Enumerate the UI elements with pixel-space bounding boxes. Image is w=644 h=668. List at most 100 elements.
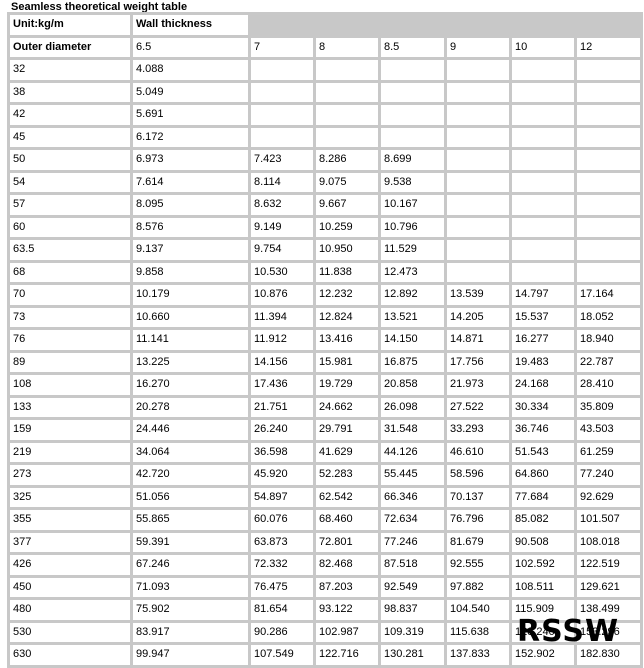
- weight-cell: [512, 195, 574, 215]
- weight-cell: 33.293: [447, 420, 509, 440]
- weight-table: Unit:kg/m Wall thickness Outer diameter …: [7, 12, 643, 668]
- weight-cell: [512, 150, 574, 170]
- weight-cell: [447, 240, 509, 260]
- weight-cell: [381, 60, 444, 80]
- weight-cell: 8.632: [251, 195, 313, 215]
- table-row: 377 59.391 63.873 72.801 77.246 81.679 90.508 1…: [10, 532, 640, 552]
- weight-cell: [381, 127, 444, 147]
- outer-diameter-cell: 219: [10, 442, 130, 462]
- weight-cell: [577, 240, 640, 260]
- header-row-unit: Unit:kg/m Wall thickness: [10, 15, 640, 35]
- table-row: 133 20.278 21.751 24.662 26.098 27.522 30.334 3…: [10, 397, 640, 417]
- weight-cell: 21.973: [447, 375, 509, 395]
- weight-cell: 24.446: [133, 420, 248, 440]
- outer-diameter-cell: 450: [10, 577, 130, 597]
- outer-diameter-cell: 133: [10, 397, 130, 417]
- weight-cell: [512, 217, 574, 237]
- weight-cell: 17.756: [447, 352, 509, 372]
- weight-cell: 85.082: [512, 510, 574, 530]
- weight-cell: 12.232: [316, 285, 378, 305]
- weight-cell: 92.629: [577, 487, 640, 507]
- weight-cell: [381, 82, 444, 102]
- weight-cell: 62.542: [316, 487, 378, 507]
- weight-cell: [251, 127, 313, 147]
- weight-cell: 71.093: [133, 577, 248, 597]
- table-row: 68 9.858 10.530 11.838 12.473: [10, 262, 640, 282]
- weight-cell: 4.088: [133, 60, 248, 80]
- table-row: 273 42.720 45.920 52.283 55.445 58.596 64.860 7…: [10, 465, 640, 485]
- weight-cell: 8.699: [381, 150, 444, 170]
- outer-diameter-cell: 57: [10, 195, 130, 215]
- weight-cell: 10.530: [251, 262, 313, 282]
- outer-diameter-cell: 355: [10, 510, 130, 530]
- weight-cell: 8.286: [316, 150, 378, 170]
- wall-value: 8.5: [381, 37, 444, 57]
- weight-cell: 10.796: [381, 217, 444, 237]
- outer-diameter-cell: 73: [10, 307, 130, 327]
- outer-diameter-cell: 42: [10, 105, 130, 125]
- outer-diameter-cell: 480: [10, 600, 130, 620]
- table-row: 89 13.225 14.156 15.981 16.875 17.756 19.483 22…: [10, 352, 640, 372]
- weight-cell: 20.278: [133, 397, 248, 417]
- weight-cell: 11.141: [133, 330, 248, 350]
- outer-diameter-cell: 70: [10, 285, 130, 305]
- weight-cell: [447, 105, 509, 125]
- weight-cell: 11.529: [381, 240, 444, 260]
- weight-cell: 60.076: [251, 510, 313, 530]
- weight-cell: 17.164: [577, 285, 640, 305]
- weight-cell: 13.521: [381, 307, 444, 327]
- table-row: 50 6.973 7.423 8.286 8.699: [10, 150, 640, 170]
- weight-cell: 9.538: [381, 172, 444, 192]
- weight-cell: 55.865: [133, 510, 248, 530]
- weight-cell: 9.149: [251, 217, 313, 237]
- weight-cell: 10.167: [381, 195, 444, 215]
- weight-cell: [447, 60, 509, 80]
- weight-cell: [447, 172, 509, 192]
- wall-value: 7: [251, 37, 313, 57]
- table-row: 63.5 9.137 9.754 10.950 11.529: [10, 240, 640, 260]
- table-row: 450 71.093 76.475 87.203 92.549 97.882 108.511…: [10, 577, 640, 597]
- weight-cell: 77.684: [512, 487, 574, 507]
- weight-cell: 45.920: [251, 465, 313, 485]
- table-row: 76 11.141 11.912 13.416 14.150 14.871 16.277 18…: [10, 330, 640, 350]
- weight-cell: 19.483: [512, 352, 574, 372]
- outer-diameter-cell: 63.5: [10, 240, 130, 260]
- outer-diameter-cell: 32: [10, 60, 130, 80]
- weight-cell: 13.539: [447, 285, 509, 305]
- weight-cell: 8.576: [133, 217, 248, 237]
- weight-cell: 27.522: [447, 397, 509, 417]
- weight-cell: [316, 82, 378, 102]
- weight-cell: 11.838: [316, 262, 378, 282]
- weight-cell: 14.156: [251, 352, 313, 372]
- weight-cell: 122.519: [577, 555, 640, 575]
- weight-cell: [577, 60, 640, 80]
- weight-cell: 41.629: [316, 442, 378, 462]
- weight-cell: 18.940: [577, 330, 640, 350]
- outer-diameter-cell: 68: [10, 262, 130, 282]
- weight-cell: 87.203: [316, 577, 378, 597]
- outer-diameter-cell: 530: [10, 622, 130, 642]
- weight-cell: 14.205: [447, 307, 509, 327]
- table-row: 60 8.576 9.149 10.259 10.796: [10, 217, 640, 237]
- weight-cell: 67.246: [133, 555, 248, 575]
- weight-cell: 16.875: [381, 352, 444, 372]
- wall-value: 10: [512, 37, 574, 57]
- weight-cell: 7.614: [133, 172, 248, 192]
- weight-cell: 26.240: [251, 420, 313, 440]
- table-row: 45 6.172: [10, 127, 640, 147]
- weight-cell: [381, 105, 444, 125]
- weight-cell: 99.947: [133, 645, 248, 665]
- weight-cell: 18.052: [577, 307, 640, 327]
- weight-cell: 20.858: [381, 375, 444, 395]
- weight-cell: 76.796: [447, 510, 509, 530]
- weight-cell: 63.873: [251, 532, 313, 552]
- table-row: 159 24.446 26.240 29.791 31.548 33.293 36.746 4…: [10, 420, 640, 440]
- weight-cell: 7.423: [251, 150, 313, 170]
- header-row-wall-values: Outer diameter 6.5 7 8 8.5 9 10 12: [10, 37, 640, 57]
- table-row: 219 34.064 36.598 41.629 44.126 46.610 51.543 6…: [10, 442, 640, 462]
- table-row: 426 67.246 72.332 82.468 87.518 92.555 102.592…: [10, 555, 640, 575]
- weight-cell: 9.075: [316, 172, 378, 192]
- table-row: 108 16.270 17.436 19.729 20.858 21.973 24.168 2…: [10, 375, 640, 395]
- table-row: 355 55.865 60.076 68.460 72.634 76.796 85.082 1…: [10, 510, 640, 530]
- weight-cell: 77.246: [381, 532, 444, 552]
